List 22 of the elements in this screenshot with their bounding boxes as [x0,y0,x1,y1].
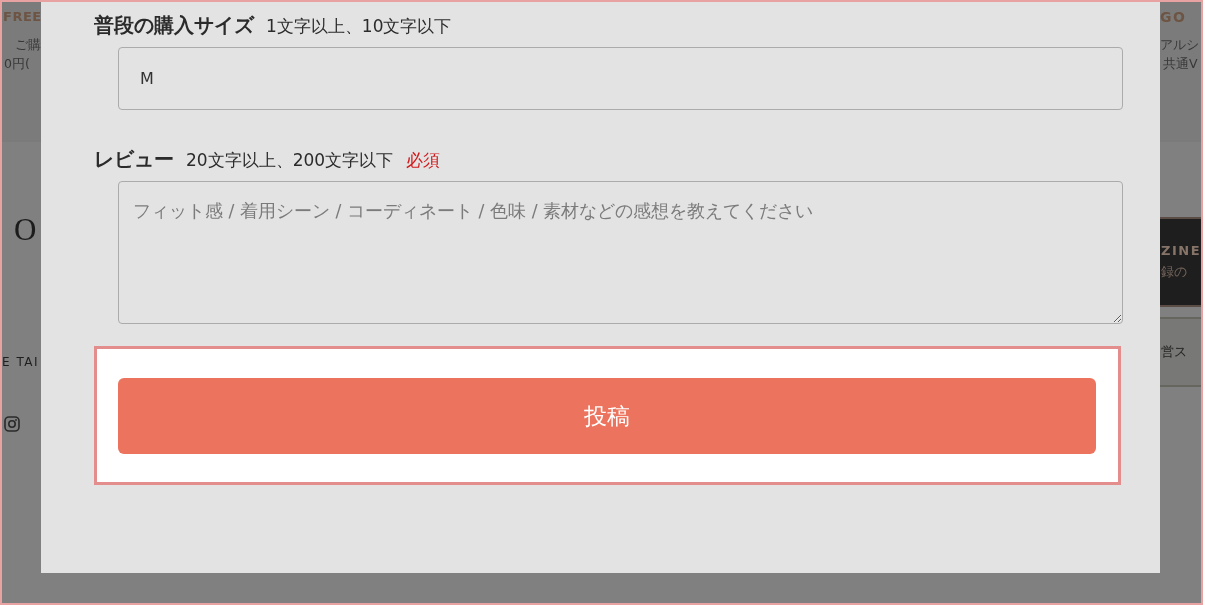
field-hint: 20文字以上、200文字以下 [186,149,394,172]
review-text-field[interactable]: フィット感 / 着用シーン / コーディネート / 色味 / 素材などの感想を教えてください [118,181,1123,324]
promo-banner[interactable]: ZINE 録の [1160,217,1201,307]
banner-heading: GO [1160,8,1187,26]
submit-button[interactable]: 投稿 [118,378,1096,454]
footer-link[interactable]: E TAI [2,355,40,369]
banner-text: アルシ [1160,36,1199,54]
banner-text: ZINE [1161,242,1201,260]
info-banner[interactable]: 営ス [1160,317,1201,387]
banner-text: ご購 [15,36,41,54]
field-label: レビュー [94,148,174,172]
required-label: 必須 [406,149,441,172]
field-label: 普段の購入サイズ [94,14,254,38]
banner-heading: FREE [2,8,41,26]
banner-text: 営ス [1161,343,1188,361]
banner-text: 共通V [1162,55,1198,73]
size-input-field[interactable]: M [118,47,1123,110]
banner-text: 0円( [3,55,30,73]
camera-icon[interactable] [4,416,20,432]
logo-text: O [13,213,37,247]
banner-text: 録の [1161,263,1188,281]
field-hint: 1文字以上、10文字以下 [266,15,452,38]
